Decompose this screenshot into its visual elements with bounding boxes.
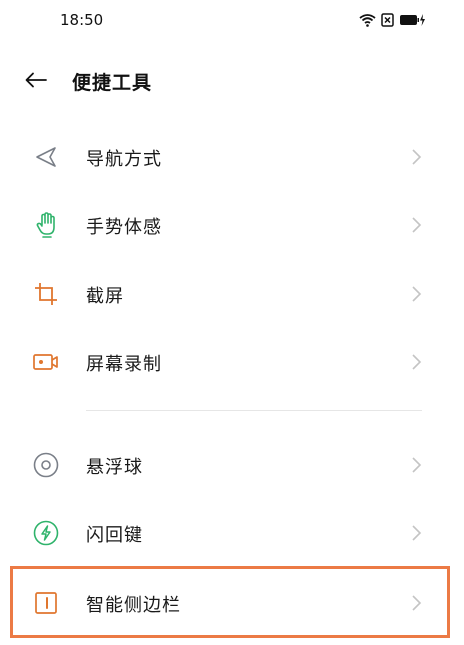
chevron-right-icon [408,352,424,372]
chevron-right-icon [408,523,424,543]
chevron-right-icon [408,455,424,475]
menu-item-screenshot[interactable]: 截屏 [0,260,464,326]
chevron-right-icon [408,284,424,304]
page-title: 便捷工具 [72,72,153,94]
floating-ball-icon [33,452,59,478]
crop-icon [33,281,59,307]
hand-gesture-icon [33,212,59,238]
battery-charging-icon [399,12,426,31]
menu-item-label: 悬浮球 [86,457,143,478]
menu-item-label: 屏幕录制 [86,354,162,375]
menu-item-label: 手势体感 [86,217,162,238]
arrow-left-icon [25,72,47,92]
chevron-right-icon [408,593,424,613]
status-bar: 18:50 [0,0,464,40]
wifi-icon [359,12,376,31]
menu-item-label: 截屏 [86,286,124,307]
menu-item-screen-record[interactable]: 屏幕录制 [0,328,464,394]
screen-record-icon [33,349,59,375]
menu-item-label: 导航方式 [86,149,162,170]
smart-sidebar-icon [33,590,59,616]
menu-item-floating-ball[interactable]: 悬浮球 [0,431,464,497]
menu-item-navigation[interactable]: 导航方式 [0,123,464,189]
menu-item-gesture[interactable]: 手势体感 [0,191,464,257]
status-icons [359,12,426,31]
flashback-icon [33,520,59,546]
menu-item-smart-sidebar[interactable]: 智能侧边栏 [0,569,464,635]
status-time: 18:50 [60,11,104,29]
menu-item-flashback[interactable]: 闪回键 [0,499,464,565]
back-button[interactable] [20,68,52,96]
header: 便捷工具 [0,56,464,108]
navigation-icon [33,144,59,170]
sim-x-icon [381,12,394,31]
chevron-right-icon [408,215,424,235]
section-divider [86,410,422,411]
menu-item-label: 智能侧边栏 [86,595,181,616]
menu-item-label: 闪回键 [86,525,143,546]
chevron-right-icon [408,147,424,167]
